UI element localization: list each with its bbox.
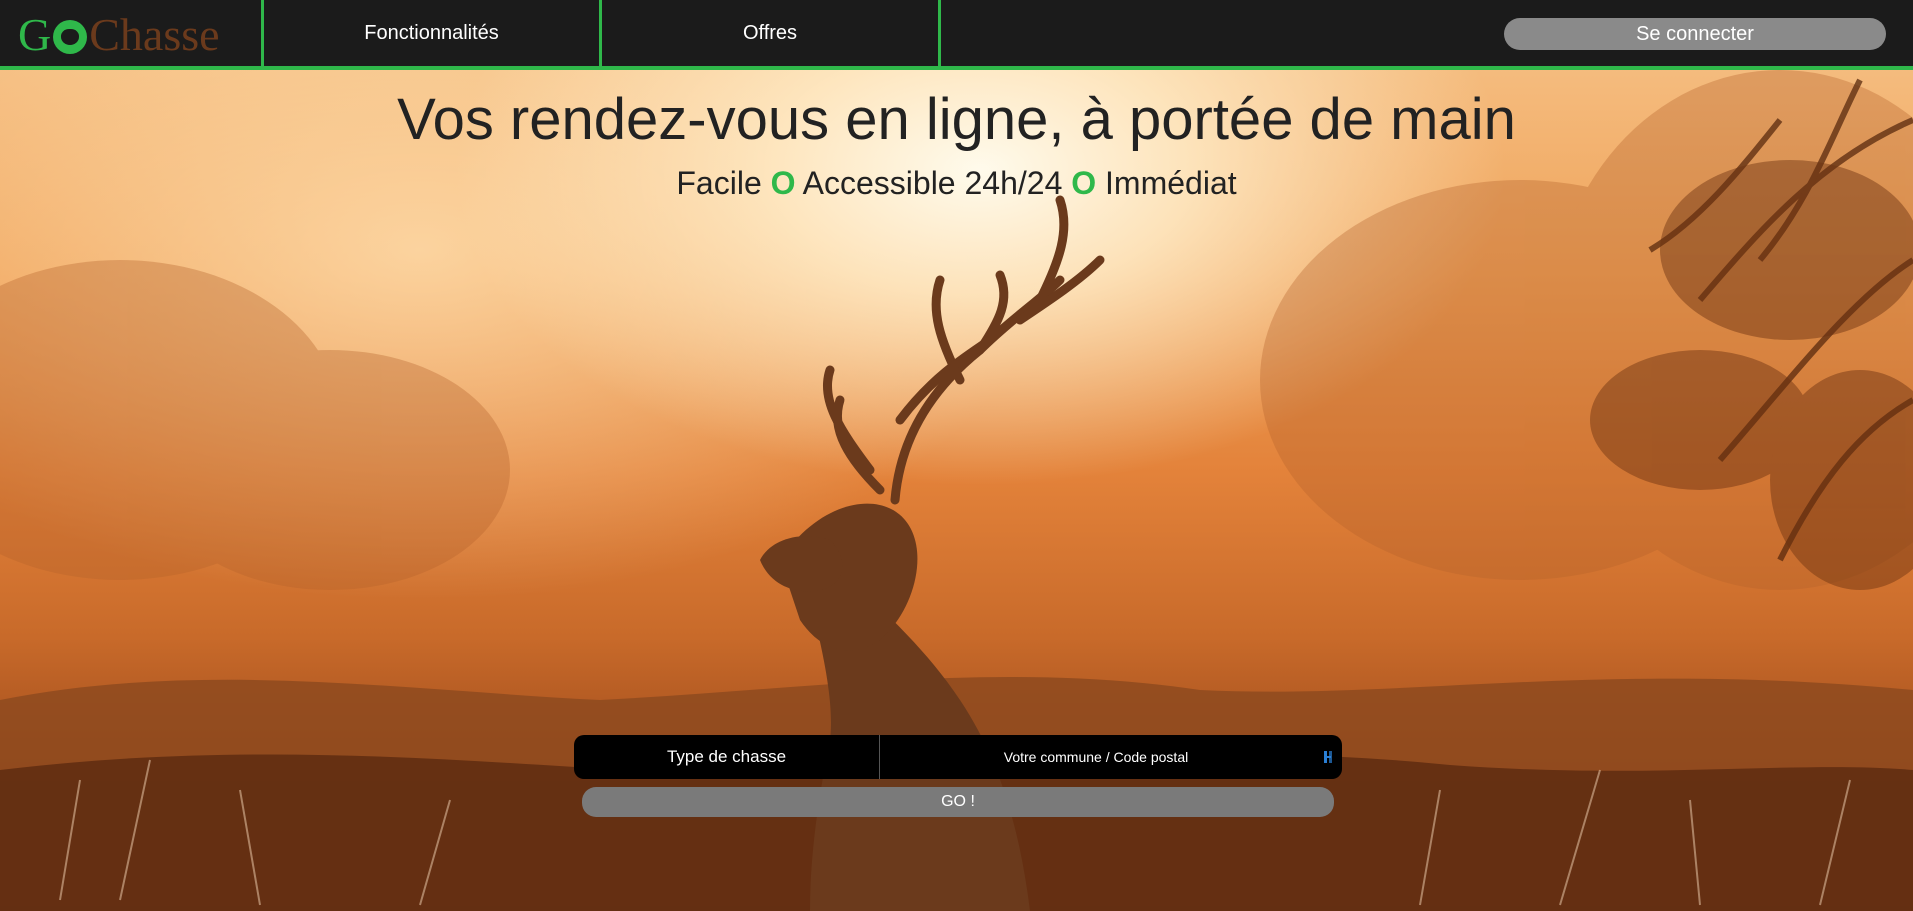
hero-tagline: Facile O Accessible 24h/24 O Immédiat	[0, 165, 1913, 202]
nav-item-fonctionnalites[interactable]: Fonctionnalités	[264, 0, 599, 66]
go-button[interactable]: GO !	[582, 787, 1334, 817]
tagline-accessible: Accessible 24h/24	[802, 165, 1063, 201]
tagline-immediat: Immédiat	[1105, 165, 1237, 201]
nav-divider	[938, 0, 941, 66]
page: G Chasse Fonctionnalités Offres Se conne…	[0, 0, 1913, 911]
hero-headline: Vos rendez-vous en ligne, à portée de ma…	[397, 87, 1516, 152]
tagline-separator: O	[770, 165, 796, 201]
logo-text-chasse: Chasse	[89, 9, 220, 60]
nav-item-offres[interactable]: Offres	[602, 0, 938, 66]
hunt-type-select[interactable]: Type de chasse	[574, 735, 880, 779]
tagline-facile: Facile	[676, 165, 762, 201]
gochasse-logo[interactable]: G Chasse	[18, 8, 220, 62]
commune-input[interactable]	[880, 735, 1342, 779]
deer-head-logo-icon	[53, 20, 88, 54]
tagline-separator: O	[1071, 165, 1097, 201]
login-button[interactable]: Se connecter	[1504, 18, 1886, 50]
logo-letter-g: G	[18, 9, 52, 60]
locate-icon[interactable]	[1323, 749, 1335, 765]
top-navbar: G Chasse Fonctionnalités Offres Se conne…	[0, 0, 1913, 70]
search-bar: Type de chasse	[574, 735, 1342, 779]
